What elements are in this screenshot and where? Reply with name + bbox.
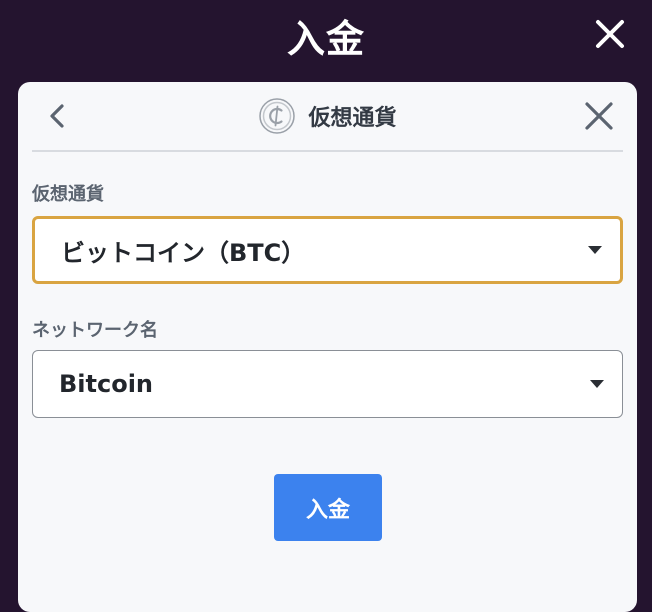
network-selected-value: Bitcoin: [59, 370, 154, 398]
currency-select[interactable]: ビットコイン（BTC）: [32, 216, 623, 284]
currency-label: 仮想通貨: [32, 184, 104, 205]
page-title: 入金: [286, 17, 365, 61]
panel-header: 仮想通貨: [18, 82, 637, 150]
deposit-button[interactable]: 入金: [274, 474, 382, 541]
panel-title-group: 仮想通貨: [18, 96, 637, 136]
currency-selected-value: ビットコイン（BTC）: [61, 238, 306, 267]
network-select[interactable]: Bitcoin: [32, 350, 623, 418]
coin-icon: [259, 98, 296, 134]
caret-down-icon: [590, 380, 604, 388]
header-divider: [32, 150, 623, 152]
deposit-panel: 仮想通貨 仮想通貨 ビットコイン（BTC） ネットワーク名 Bitcoin 入金: [18, 82, 637, 612]
caret-down-icon: [588, 246, 602, 254]
panel-title: 仮想通貨: [308, 106, 397, 131]
close-icon[interactable]: [581, 98, 617, 134]
top-bar: 入金: [0, 0, 652, 80]
network-label: ネットワーク名: [32, 320, 158, 341]
close-icon[interactable]: [590, 14, 630, 54]
